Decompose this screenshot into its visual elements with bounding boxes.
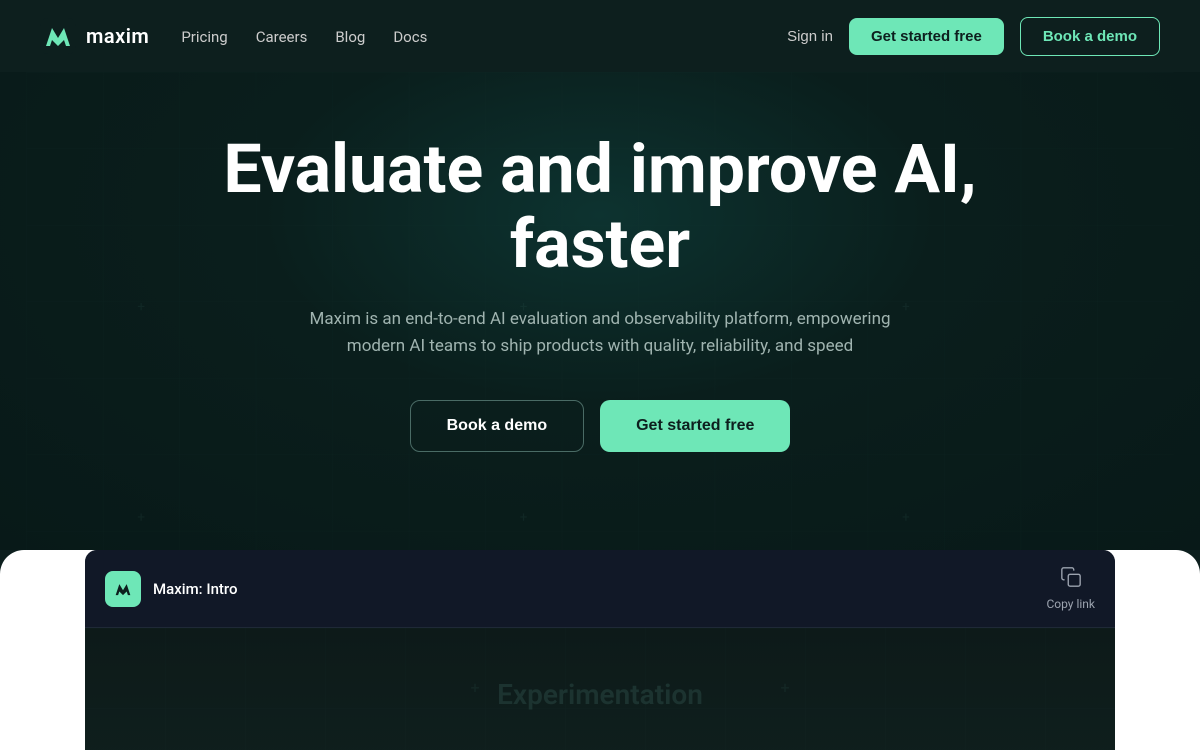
- bottom-section: Maxim: Intro Copy link: [0, 550, 1200, 750]
- copy-link-area[interactable]: Copy link: [1046, 566, 1095, 611]
- video-logo-icon: [112, 578, 134, 600]
- nav-link-pricing[interactable]: Pricing: [181, 28, 227, 46]
- book-demo-nav-button[interactable]: Book a demo: [1020, 17, 1160, 56]
- nav-links: Pricing Careers Blog Docs: [181, 27, 427, 46]
- nav-item-careers[interactable]: Careers: [256, 27, 308, 46]
- get-started-nav-button[interactable]: Get started free: [849, 18, 1004, 55]
- video-logo: [105, 571, 141, 607]
- video-container: Maxim: Intro Copy link: [85, 550, 1115, 750]
- nav-link-careers[interactable]: Careers: [256, 28, 308, 46]
- hero-content: Evaluate and improve AI, faster Maxim is…: [0, 72, 1200, 492]
- nav-link-docs[interactable]: Docs: [393, 28, 427, 46]
- logo-icon: [40, 18, 76, 54]
- copy-link-label: Copy link: [1046, 597, 1095, 611]
- navbar: maxim Pricing Careers Blog Docs Sign in …: [0, 0, 1200, 72]
- nav-item-pricing[interactable]: Pricing: [181, 27, 227, 46]
- copy-icon: [1060, 566, 1082, 593]
- book-demo-hero-button[interactable]: Book a demo: [410, 400, 584, 452]
- logo-link[interactable]: maxim: [40, 18, 149, 54]
- svg-text:+: +: [780, 678, 789, 697]
- svg-text:+: +: [470, 678, 479, 697]
- video-content: + + Experimentation: [85, 628, 1115, 750]
- hero-buttons: Book a demo Get started free: [410, 400, 791, 452]
- video-title-area: Maxim: Intro: [105, 571, 238, 607]
- nav-right: Sign in Get started free Book a demo: [787, 17, 1160, 56]
- nav-link-blog[interactable]: Blog: [335, 28, 365, 46]
- video-title: Maxim: Intro: [153, 580, 238, 598]
- logo-text: maxim: [86, 24, 149, 48]
- hero-title: Evaluate and improve AI, faster: [200, 132, 1000, 282]
- get-started-hero-button[interactable]: Get started free: [600, 400, 790, 452]
- nav-item-blog[interactable]: Blog: [335, 27, 365, 46]
- video-header: Maxim: Intro Copy link: [85, 550, 1115, 628]
- experimentation-label: Experimentation: [497, 678, 703, 711]
- hero-subtitle: Maxim is an end-to-end AI evaluation and…: [290, 306, 910, 360]
- nav-item-docs[interactable]: Docs: [393, 27, 427, 46]
- nav-left: maxim Pricing Careers Blog Docs: [40, 18, 427, 54]
- sign-in-button[interactable]: Sign in: [787, 28, 833, 45]
- hero-section: + + + + + + Evaluate and improve AI, fas…: [0, 72, 1200, 550]
